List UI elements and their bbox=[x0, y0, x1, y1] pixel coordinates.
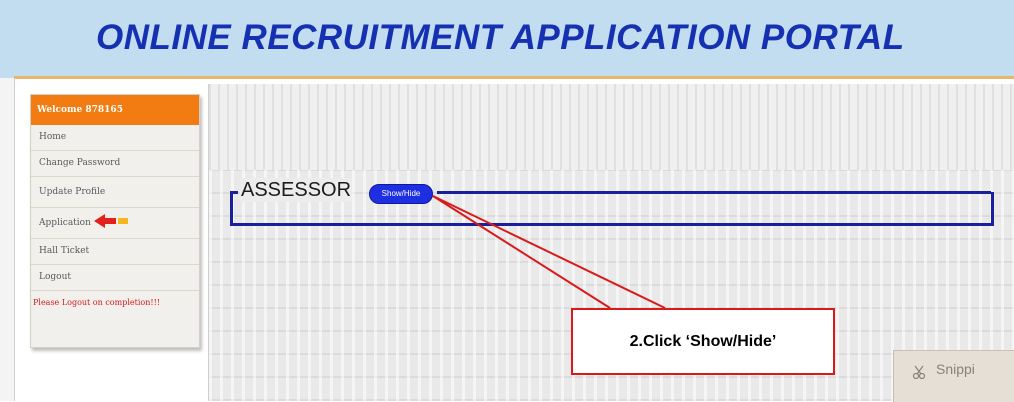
sidebar-item-label: Update Profile bbox=[39, 187, 106, 197]
welcome-banner: Welcome 878165 bbox=[31, 95, 199, 125]
assessor-legend: ASSESSOR bbox=[240, 178, 353, 202]
sidebar-item-logout[interactable]: Logout bbox=[31, 265, 199, 291]
sidebar-menu: Welcome 878165 Home Change Password Upda… bbox=[30, 94, 200, 348]
sidebar-item-change-password[interactable]: Change Password bbox=[31, 151, 199, 177]
scissors-icon bbox=[912, 365, 926, 379]
left-margin-panel bbox=[0, 78, 15, 401]
sidebar-item-label: Change Password bbox=[39, 158, 121, 168]
sidebar-item-label: Home bbox=[39, 132, 67, 142]
header-banner: ONLINE RECRUITMENT APPLICATION PORTAL bbox=[0, 0, 1014, 78]
sidebar-item-update-profile[interactable]: Update Profile bbox=[31, 177, 199, 208]
sidebar-item-application[interactable]: Application bbox=[31, 208, 199, 239]
fieldset-border-segment bbox=[437, 191, 991, 194]
snipping-tool-widget[interactable]: Snippi bbox=[893, 350, 1014, 402]
sidebar-item-label: Application bbox=[39, 218, 91, 228]
sidebar-item-hall-ticket[interactable]: Hall Ticket bbox=[31, 239, 199, 265]
content-top-strip bbox=[209, 84, 1014, 170]
sidebar-item-home[interactable]: Home bbox=[31, 125, 199, 151]
instruction-callout: 2.Click ‘Show/Hide’ bbox=[571, 308, 835, 375]
header-divider bbox=[14, 76, 1014, 79]
logout-note: Please Logout on completion!!! bbox=[33, 298, 160, 307]
sidebar-item-label: Logout bbox=[39, 272, 71, 282]
sidebar-item-label: Hall Ticket bbox=[39, 246, 90, 256]
show-hide-button[interactable]: Show/Hide bbox=[369, 184, 433, 204]
fieldset-border-segment bbox=[230, 191, 238, 194]
snipping-tool-label: Snippi bbox=[936, 361, 975, 377]
arrow-left-icon bbox=[94, 214, 128, 228]
page-title: ONLINE RECRUITMENT APPLICATION PORTAL bbox=[96, 18, 905, 57]
